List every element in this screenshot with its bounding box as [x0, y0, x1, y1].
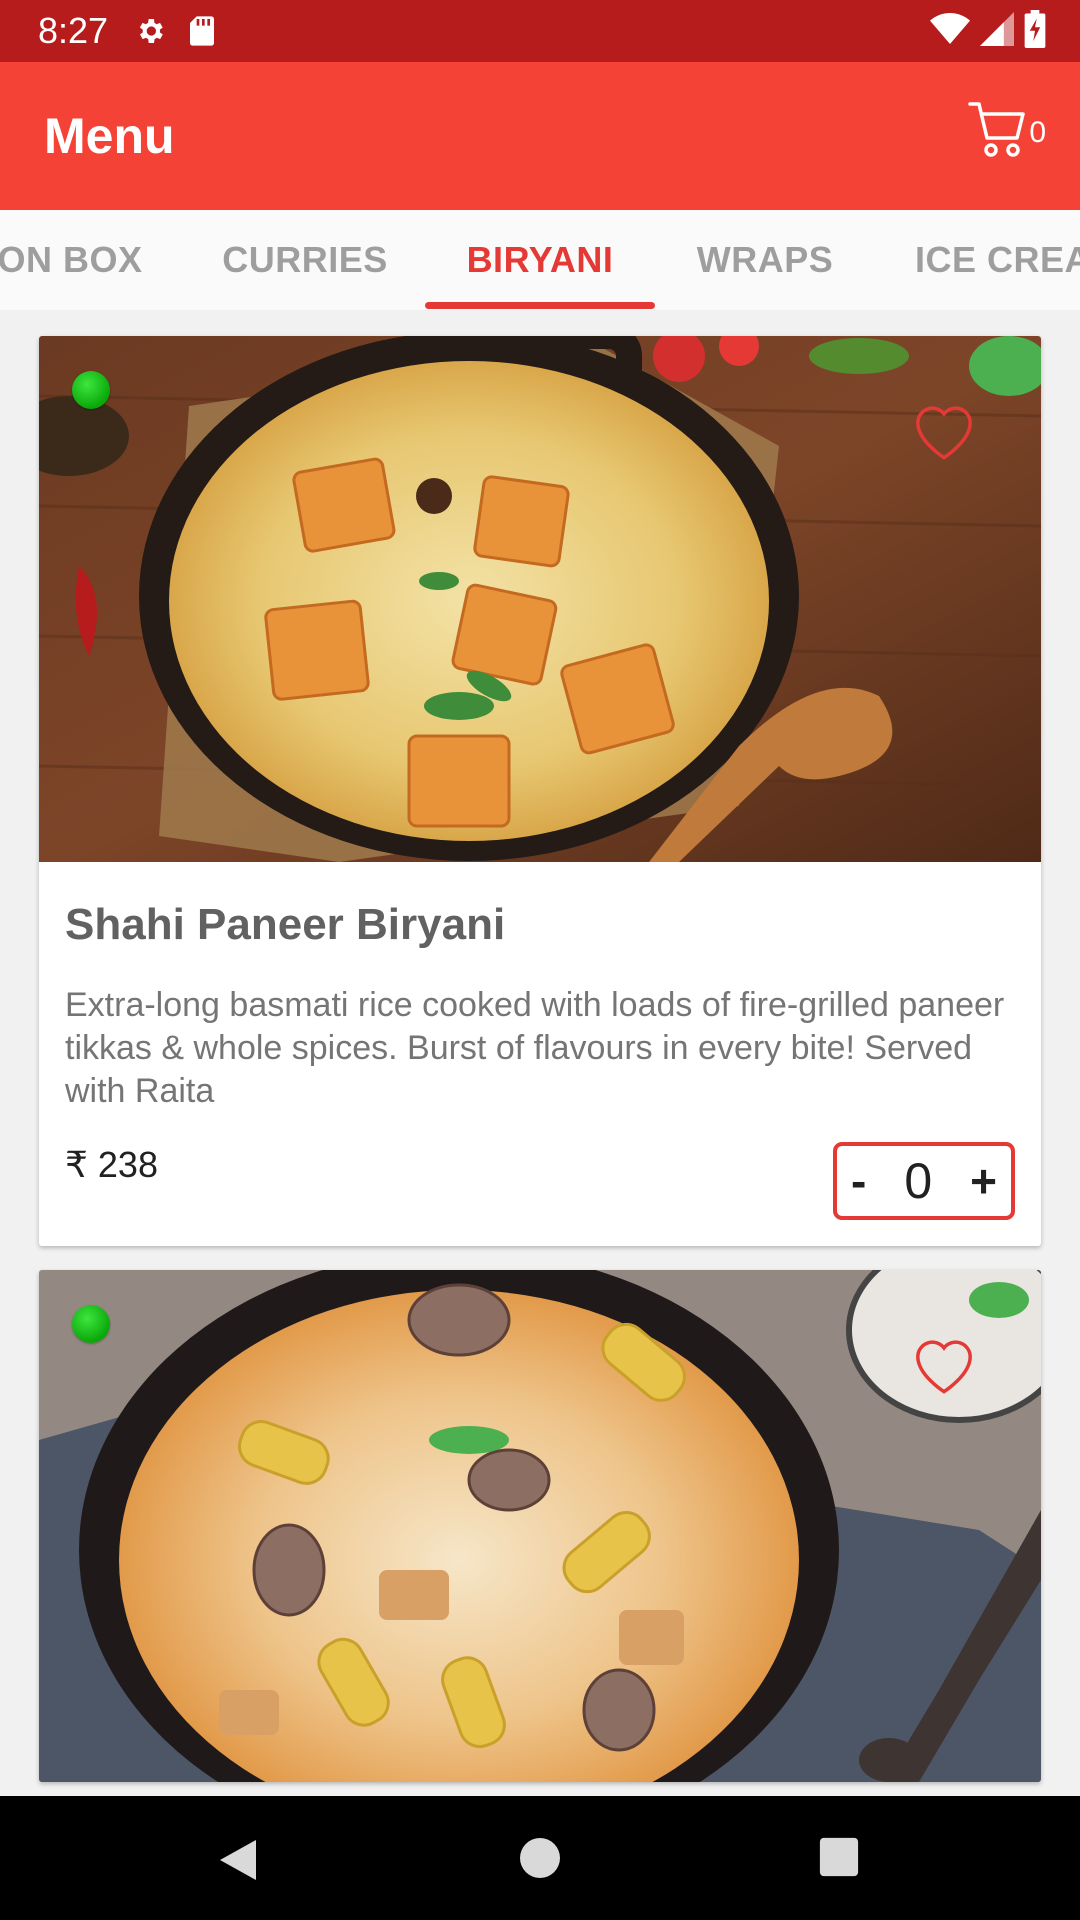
- home-icon[interactable]: [518, 1836, 562, 1880]
- back-icon[interactable]: [216, 1836, 260, 1884]
- vegetable-biryani-photo: [39, 1270, 1041, 1782]
- status-bar: 8:27: [0, 0, 1080, 62]
- category-tabs: ON BOX CURRIES BIRYANI WRAPS ICE CREA: [0, 210, 1080, 310]
- food-image: [39, 336, 1041, 862]
- signal-icon: [980, 12, 1014, 46]
- food-image: [39, 1270, 1041, 1782]
- battery-icon: [1024, 10, 1046, 48]
- system-navigation-bar: [0, 1796, 1080, 1920]
- tab-combo-box[interactable]: ON BOX: [0, 210, 142, 310]
- cart-button[interactable]: 0: [967, 98, 1046, 162]
- recents-icon[interactable]: [818, 1836, 860, 1878]
- wifi-icon: [930, 13, 970, 44]
- active-tab-indicator: [425, 302, 655, 309]
- page-title: Menu: [44, 108, 175, 164]
- menu-item-card[interactable]: Shahi Paneer Biryani Extra-long basmati …: [39, 336, 1041, 1246]
- paneer-biryani-photo: [39, 336, 1041, 862]
- tab-biryani[interactable]: BIRYANI: [425, 210, 655, 310]
- veg-indicator-dot: [72, 1305, 110, 1343]
- sd-card-icon: [190, 16, 215, 46]
- veg-indicator-dot: [72, 371, 110, 409]
- shopping-cart-icon: [968, 102, 1026, 157]
- quantity-value: 0: [904, 1153, 933, 1209]
- status-right-icons: [930, 10, 1046, 48]
- menu-item-card[interactable]: [39, 1270, 1041, 1782]
- favorite-heart-icon[interactable]: [909, 1332, 979, 1396]
- quantity-stepper: - 0 +: [833, 1142, 1015, 1220]
- tab-ice-cream[interactable]: ICE CREA: [915, 210, 1080, 310]
- item-price: ₹ 238: [65, 1144, 158, 1185]
- cart-count-badge: 0: [1029, 116, 1046, 149]
- status-time: 8:27: [38, 10, 109, 51]
- increase-quantity-button[interactable]: +: [970, 1158, 997, 1204]
- status-left-icons: [134, 15, 216, 47]
- tab-wraps[interactable]: WRAPS: [680, 210, 850, 310]
- item-description: Extra-long basmati rice cooked with load…: [65, 986, 1005, 1110]
- favorite-heart-icon[interactable]: [909, 398, 979, 462]
- app-bar: Menu 0: [0, 62, 1080, 210]
- gear-icon: [139, 19, 163, 43]
- card-body: Shahi Paneer Biryani Extra-long basmati …: [39, 862, 1041, 1246]
- decrease-quantity-button[interactable]: -: [851, 1158, 866, 1204]
- tab-curries[interactable]: CURRIES: [200, 210, 410, 310]
- item-name: Shahi Paneer Biryani: [65, 900, 506, 949]
